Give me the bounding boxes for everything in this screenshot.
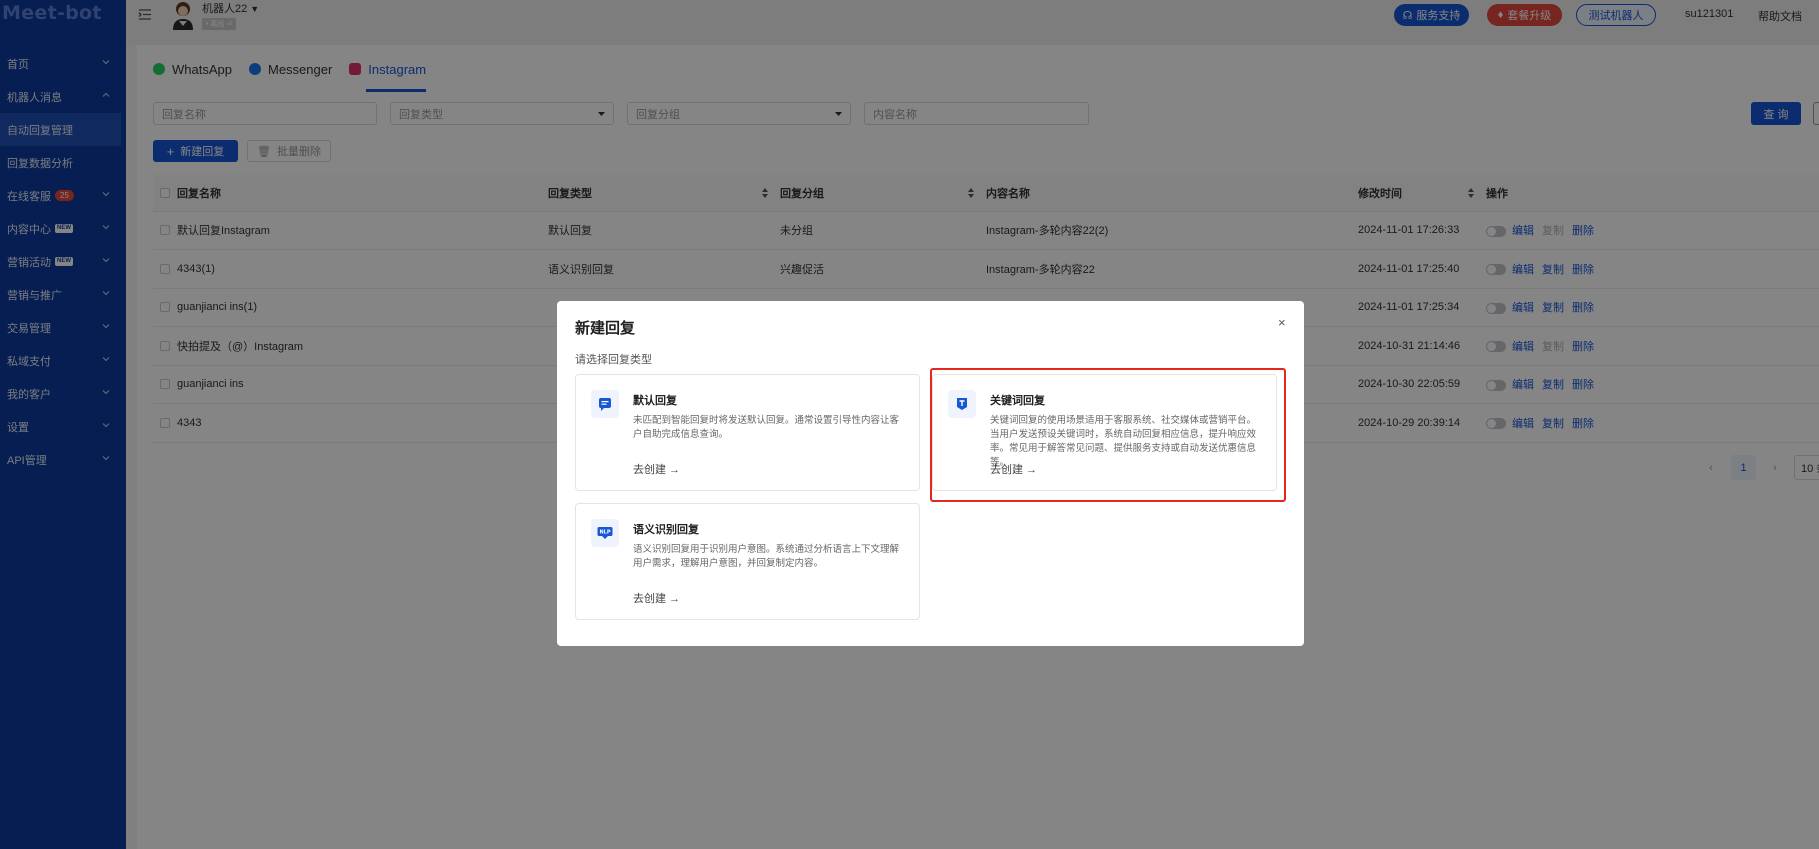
modal-subtitle: 请选择回复类型 <box>575 354 652 366</box>
create-link[interactable]: 去创建 → <box>633 461 680 477</box>
card-description: 未匹配到智能回复时将发送默认回复。通常设置引导性内容让客户自助完成信息查询。 <box>633 415 900 440</box>
create-link[interactable]: 去创建 → <box>633 590 680 606</box>
close-icon[interactable]: × <box>1278 315 1286 330</box>
nlp-icon: NLP <box>591 519 619 547</box>
card-default-reply[interactable]: 默认回复 未匹配到智能回复时将发送默认回复。通常设置引导性内容让客户自助完成信息… <box>575 374 920 491</box>
card-semantic-reply[interactable]: NLP 语义识别回复 语义识别回复用于识别用户意图。系统通过分析语言上下文理解用… <box>575 503 920 620</box>
highlight-box <box>930 368 1286 502</box>
svg-text:NLP: NLP <box>599 530 610 536</box>
chat-icon <box>591 390 619 418</box>
modal-title: 新建回复 <box>575 320 636 337</box>
card-description: 语义识别回复用于识别用户意图。系统通过分析语言上下文理解用户需求，理解用户意图，… <box>633 544 900 569</box>
card-title: 默认回复 <box>633 395 677 407</box>
card-title: 语义识别回复 <box>633 524 699 536</box>
